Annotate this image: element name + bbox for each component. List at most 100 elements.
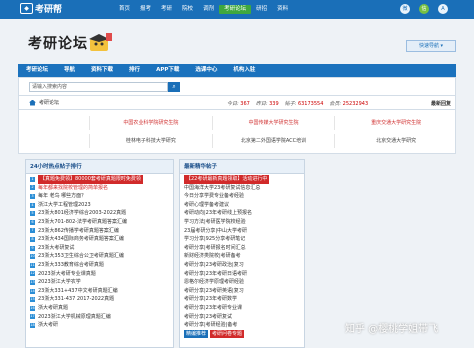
- top-nav-schools[interactable]: 院校: [177, 5, 198, 14]
- list-item[interactable]: 考研分享|考研报名时间汇总: [184, 244, 300, 253]
- list-item-title[interactable]: 23浙大701-802-法学考研真题答案汇编: [38, 218, 127, 227]
- list-item[interactable]: 考研分享|考研经验|备考: [184, 321, 300, 330]
- list-item-title[interactable]: 考研分享|23考研复试: [184, 313, 232, 322]
- list-item[interactable]: 学习方法|考研医学院校经验: [184, 218, 300, 227]
- list-item-title[interactable]: 23届考研分享|中山大学考研: [184, 227, 247, 236]
- list-item[interactable]: 考研分享|23年考研专业课: [184, 304, 300, 313]
- list-item[interactable]: 恩格尔经济学原理考研经验: [184, 278, 300, 287]
- list-item-title[interactable]: 新财经济类院校|考研备考: [184, 252, 241, 261]
- list-item-title[interactable]: 恩格尔经济学原理考研经验: [184, 278, 244, 287]
- list-item-title[interactable]: 考研分享|考研报名时间汇总: [184, 244, 246, 253]
- list-item-title[interactable]: 2023浙江大学农学: [38, 278, 81, 287]
- forum-nav-guide[interactable]: 导航: [56, 64, 83, 77]
- partner-link[interactable]: 中国农业科学院研究生院: [89, 116, 212, 130]
- list-item-title[interactable]: 浙大考研真题: [38, 304, 68, 313]
- list-item-title[interactable]: 考研分享|23年考研数学: [184, 295, 237, 304]
- home-icon[interactable]: [29, 99, 36, 106]
- list-item-title[interactable]: 23浙大考研复试: [38, 244, 74, 253]
- list-item[interactable]: 8 23浙大434国际商务考研真题答案汇编: [30, 235, 169, 244]
- list-item-title[interactable]: 精编推荐: [184, 329, 209, 339]
- list-item[interactable]: 考研分享|23考研复试: [184, 313, 300, 322]
- list-item-title[interactable]: 学习分享|925分享考研笔记: [184, 235, 245, 244]
- list-item[interactable]: 13 2023浙江大学农学: [30, 278, 169, 287]
- list-item[interactable]: 1 【真题免费领】80000套考研真题限时免费领: [30, 175, 169, 184]
- weibo-icon[interactable]: 微: [400, 4, 410, 14]
- list-item-title[interactable]: 2023浙江大学机械原理真题汇编: [38, 313, 111, 322]
- list-item[interactable]: 18 浙大考研: [30, 321, 169, 330]
- forum-nav-downloads[interactable]: 资料下载: [83, 64, 121, 77]
- top-nav-materials[interactable]: 资料: [272, 5, 293, 14]
- list-item[interactable]: 考研动向|23年考研线上预报名: [184, 209, 300, 218]
- top-nav-home[interactable]: 首页: [114, 5, 135, 14]
- list-item-title[interactable]: 今日分享学费专业备考经验: [184, 192, 244, 201]
- list-item-title[interactable]: 考研动向|23年考研线上预报名: [184, 209, 252, 218]
- list-item-title[interactable]: 23浙大801经济学综合2003-2022真题: [38, 209, 126, 218]
- list-item-title[interactable]: 考研心理学备考建议: [184, 201, 229, 210]
- search-input[interactable]: 请输入搜索内容: [29, 82, 168, 92]
- wechat-icon[interactable]: 信: [419, 4, 429, 14]
- list-item[interactable]: 考研心理学备考建议: [184, 201, 300, 210]
- forum-nav-courses[interactable]: 选课中心: [187, 64, 225, 77]
- list-item[interactable]: 12 2023浙大考研专业课真题: [30, 270, 169, 279]
- list-item-title[interactable]: 【22考研最新真题领取】活动进行中: [184, 175, 270, 184]
- list-item[interactable]: 【22考研最新真题领取】活动进行中: [184, 175, 300, 184]
- list-item-title[interactable]: 考研分享|23年考研专业课: [184, 304, 242, 313]
- list-item[interactable]: 2 每年都来找院校管理的简单报名: [30, 184, 169, 193]
- forum-nav-ranking[interactable]: 排行: [121, 64, 148, 77]
- list-item-title[interactable]: 每年 老鸟 哪些方面？: [38, 192, 86, 201]
- latest-replies-link[interactable]: 最新回复: [431, 100, 451, 107]
- list-item[interactable]: 23届考研分享|中山大学考研: [184, 227, 300, 236]
- list-item-title[interactable]: 浙大考研: [38, 321, 58, 330]
- list-item[interactable]: 6 23浙大701-802-法学考研真题答案汇编: [30, 218, 169, 227]
- forum-nav-app[interactable]: APP下载: [148, 64, 187, 77]
- list-item[interactable]: 今日分享学费专业备考经验: [184, 192, 300, 201]
- list-item-title[interactable]: 23浙大331+437中文考研真题汇编: [38, 287, 118, 296]
- list-item-title[interactable]: 考研分享|考研经验|备考: [184, 321, 237, 330]
- list-item-title[interactable]: 每年都来找院校管理的简单报名: [38, 184, 108, 193]
- list-item-title[interactable]: 23浙大331-437 2017-2022真题: [38, 295, 114, 304]
- quick-nav-button[interactable]: 快速导航 ▾: [406, 40, 456, 52]
- list-item[interactable]: 考研分享|23年考研数学: [184, 295, 300, 304]
- list-item[interactable]: 考研分享|23年考研日语考研: [184, 270, 300, 279]
- app-icon[interactable]: A: [438, 4, 448, 14]
- top-nav-apply[interactable]: 报考: [135, 5, 156, 14]
- list-item[interactable]: 17 2023浙江大学机械原理真题汇编: [30, 313, 169, 322]
- partner-link[interactable]: 桂林电子科技大学研究: [89, 134, 212, 148]
- list-item[interactable]: 14 23浙大331+437中文考研真题汇编: [30, 287, 169, 296]
- list-item[interactable]: 3 每年 老鸟 哪些方面？: [30, 192, 169, 201]
- list-item-title[interactable]: 中国海洋大学23考研复试信息汇总: [184, 184, 260, 193]
- forum-nav-institutions[interactable]: 机构入驻: [225, 64, 263, 77]
- list-item[interactable]: 9 23浙大考研复试: [30, 244, 169, 253]
- list-item-title[interactable]: 23浙大862传播学考研真题答案汇编: [38, 227, 119, 236]
- partner-link[interactable]: 中国传媒大学研究生院: [211, 116, 335, 130]
- list-item[interactable]: 考研分享|23考研政治|复习: [184, 261, 300, 270]
- forum-nav-home[interactable]: 考研论坛: [18, 64, 56, 77]
- search-button[interactable]: ⌕: [168, 82, 180, 92]
- top-nav-kaoyan[interactable]: 考研: [156, 5, 177, 14]
- list-item-tag[interactable]: 考研问卷专题: [210, 329, 245, 339]
- list-item-title[interactable]: 学习方法|考研医学院校经验: [184, 218, 246, 227]
- list-item[interactable]: 学习分享|925分享考研笔记: [184, 235, 300, 244]
- list-item[interactable]: 10 23浙大353卫生综合公卫考研真题汇编: [30, 252, 169, 261]
- list-item[interactable]: 中国海洋大学23考研复试信息汇总: [184, 184, 300, 193]
- site-logo[interactable]: ◆ 考研帮: [20, 2, 62, 15]
- partner-link[interactable]: 重庆交通大学研究生院: [334, 116, 457, 130]
- list-item[interactable]: 11 23浙大333教育综合考研真题: [30, 261, 169, 270]
- partner-link[interactable]: 北京交通大学研究: [334, 134, 457, 148]
- list-item-title[interactable]: 2023浙大考研专业课真题: [38, 270, 96, 279]
- list-item[interactable]: 新财经济类院校|考研备考: [184, 252, 300, 261]
- partner-link[interactable]: 北京第二外国语学院ACC培训: [211, 134, 335, 148]
- list-item[interactable]: 7 23浙大862传播学考研真题答案汇编: [30, 227, 169, 236]
- list-item[interactable]: 15 23浙大331-437 2017-2022真题: [30, 295, 169, 304]
- breadcrumb-current[interactable]: 考研论坛: [39, 99, 59, 106]
- top-nav-forum[interactable]: 考研论坛: [219, 5, 252, 14]
- list-item-title[interactable]: 考研分享|23考研英语|复习: [184, 287, 244, 296]
- list-item[interactable]: 5 23浙大801经济学综合2003-2022真题: [30, 209, 169, 218]
- list-item[interactable]: 考研分享|23考研英语|复习: [184, 287, 300, 296]
- list-item-title[interactable]: 考研分享|23考研政治|复习: [184, 261, 244, 270]
- list-item[interactable]: 16 浙大考研真题: [30, 304, 169, 313]
- list-item-title[interactable]: 23浙大434国际商务考研真题答案汇编: [38, 235, 124, 244]
- list-item[interactable]: 4 浙江大学工程管理2023: [30, 201, 169, 210]
- top-nav-transfer[interactable]: 调剂: [198, 5, 219, 14]
- list-item-title[interactable]: 23浙大333教育综合考研真题: [38, 261, 104, 270]
